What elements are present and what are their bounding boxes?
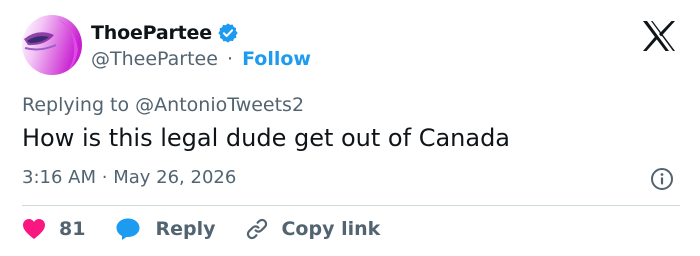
- avatar[interactable]: [22, 15, 82, 75]
- verified-badge-icon: [217, 22, 239, 44]
- tweet-time: 3:16 AM: [22, 167, 96, 188]
- like-count: 81: [59, 218, 86, 240]
- replying-to-prefix: Replying to: [22, 94, 130, 116]
- timestamp[interactable]: 3:16 AM · May 26, 2026: [22, 167, 236, 188]
- replying-to-mention[interactable]: @AntonioTweets2: [135, 94, 304, 116]
- info-icon[interactable]: [650, 167, 674, 191]
- replying-to: Replying to @AntonioTweets2: [22, 94, 304, 116]
- reply-button[interactable]: Reply: [115, 217, 215, 241]
- copy-link-button[interactable]: Copy link: [245, 217, 380, 241]
- handle-row: @TheePartee · Follow: [91, 48, 311, 70]
- x-logo-icon[interactable]: [642, 20, 676, 52]
- tweet-text: How is this legal dude get out of Canada: [22, 124, 511, 152]
- reply-label: Reply: [155, 218, 216, 240]
- timestamp-separator: ·: [101, 167, 108, 188]
- tweet-date: May 26, 2026: [113, 167, 237, 188]
- display-name[interactable]: ThoePartee: [91, 22, 212, 44]
- action-bar: 81 Reply Copy link: [22, 217, 380, 241]
- reply-bubble-icon: [116, 218, 140, 240]
- link-icon: [247, 218, 268, 240]
- divider: [22, 205, 680, 206]
- handle[interactable]: @TheePartee: [91, 48, 218, 70]
- copy-link-label: Copy link: [281, 218, 381, 240]
- author-name-row: ThoePartee: [91, 22, 239, 44]
- avatar-image: [22, 15, 82, 75]
- heart-icon: [23, 219, 45, 239]
- follow-button[interactable]: Follow: [242, 48, 311, 70]
- like-button[interactable]: 81: [22, 218, 85, 240]
- separator: ·: [226, 48, 234, 70]
